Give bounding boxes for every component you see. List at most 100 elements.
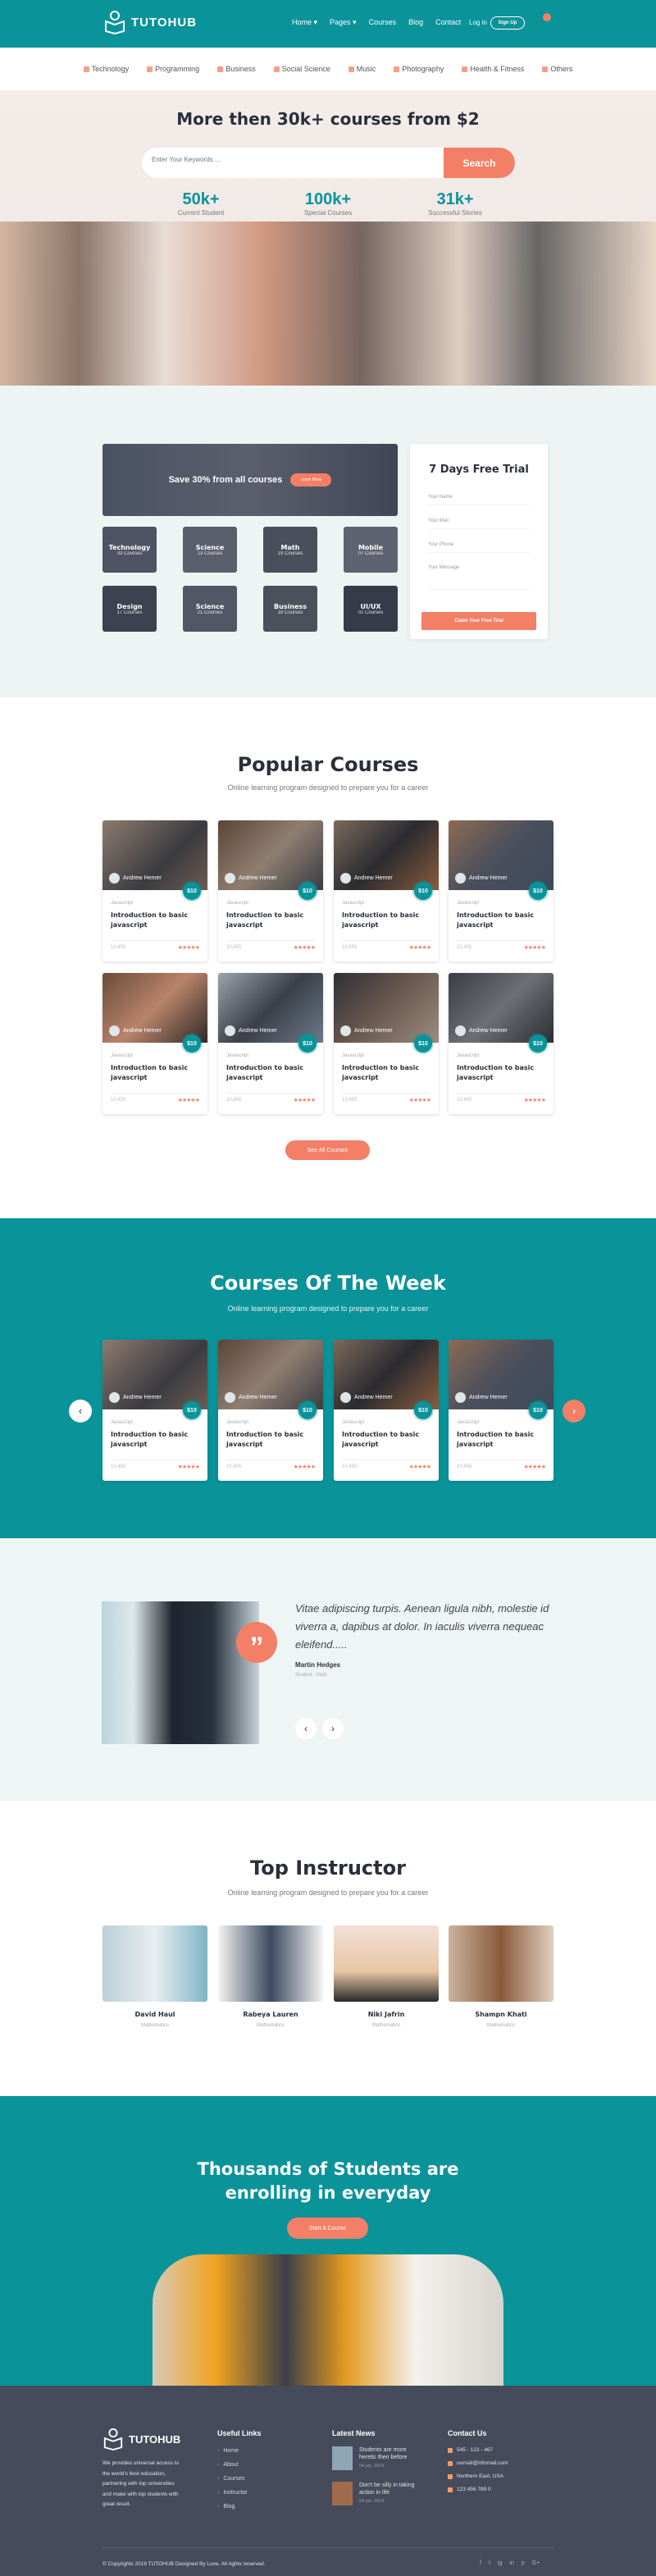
logo[interactable]: TUTOHUB xyxy=(103,10,197,34)
category-tile[interactable]: Technology 33 Courses xyxy=(102,527,157,573)
stat-value: 50k+ xyxy=(182,190,220,208)
price-badge: $10 xyxy=(529,1035,547,1053)
course-title[interactable]: Introduction to basic javascript xyxy=(342,911,432,930)
signup-button[interactable]: Sign Up xyxy=(490,16,525,30)
instructor-photo[interactable] xyxy=(102,1925,207,2002)
course-author: Andrew Hemer xyxy=(340,1392,393,1403)
nav-pages[interactable]: Pages ▾ xyxy=(330,18,357,27)
course-title[interactable]: Introduction to basic javascript xyxy=(111,1063,201,1083)
cart-icon[interactable] xyxy=(543,13,551,21)
nav-home[interactable]: Home ▾ xyxy=(292,18,317,27)
see-all-courses-button[interactable]: See All Courses xyxy=(285,1140,370,1160)
instructor-name[interactable]: Rabeya Lauren xyxy=(218,2011,323,2018)
course-card[interactable]: Andrew Hemer $10 Javascript Introduction to… xyxy=(102,973,207,1114)
cta-students-photo xyxy=(153,2254,503,2386)
course-card[interactable]: Andrew Hemer $10 Javascript Introduction to… xyxy=(334,820,439,961)
tile-count: 13 Courses xyxy=(197,550,223,556)
course-title[interactable]: Introduction to basic javascript xyxy=(342,1430,432,1450)
course-title[interactable]: Introduction to basic javascript xyxy=(457,1430,547,1450)
course-title[interactable]: Introduction to basic javascript xyxy=(226,1430,317,1450)
stat-stories: 31k+ Successful Stories xyxy=(410,190,500,217)
category-link[interactable]: Social Science xyxy=(273,65,330,73)
linkedin-icon[interactable]: in xyxy=(509,2560,513,2566)
course-title[interactable]: Introduction to basic javascript xyxy=(342,1063,432,1083)
footer-logo[interactable]: TUTOHUB xyxy=(102,2427,180,2451)
instructor-name[interactable]: Shampn Khati xyxy=(449,2011,554,2018)
phone-field[interactable]: Your Phone xyxy=(428,542,530,553)
start-course-button[interactable]: Start A Course xyxy=(287,2217,368,2239)
instructor-photo[interactable] xyxy=(334,1925,439,2002)
course-title[interactable]: Introduction to basic javascript xyxy=(457,911,547,930)
category-tile[interactable]: Mobile 07 Courses xyxy=(344,527,398,573)
divider xyxy=(457,940,545,941)
category-tile[interactable]: Math 19 Courses xyxy=(263,527,317,573)
footer-link[interactable]: › Home xyxy=(217,2448,248,2454)
twitter-icon[interactable]: t xyxy=(489,2560,490,2566)
course-title[interactable]: Introduction to basic javascript xyxy=(226,1063,317,1083)
instagram-icon[interactable]: ig xyxy=(498,2560,502,2566)
course-card[interactable]: Andrew Hemer $10 Javascript Introduction to… xyxy=(449,820,554,961)
course-title[interactable]: Introduction to basic javascript xyxy=(457,1063,547,1083)
course-card[interactable]: Andrew Hemer $10 Javascript Introduction to… xyxy=(334,973,439,1114)
facebook-icon[interactable]: f xyxy=(480,2560,481,2566)
footer-link[interactable]: › Courses xyxy=(217,2476,248,2482)
nav-blog[interactable]: Blog xyxy=(408,18,423,27)
category-link[interactable]: Business xyxy=(217,65,256,73)
message-field[interactable]: Your Message xyxy=(428,565,530,590)
instructor-photo[interactable] xyxy=(449,1925,554,2002)
claim-trial-button[interactable]: Claim Your Free Trial xyxy=(421,612,536,630)
course-author: Andrew Hemer xyxy=(225,873,277,884)
category-link[interactable]: Photography xyxy=(394,65,444,73)
instructor-name[interactable]: David Haul xyxy=(102,2011,207,2018)
course-card[interactable]: Andrew Hemer $10 Javascript Introduction to… xyxy=(449,973,554,1114)
course-author: Andrew Hemer xyxy=(109,873,162,884)
category-link[interactable]: Technology xyxy=(83,65,129,73)
category-tile[interactable]: UI/UX 02 Courses xyxy=(344,586,398,632)
learn-more-button[interactable]: Learn More xyxy=(290,473,332,486)
mail-field[interactable]: Your Mail xyxy=(428,518,530,529)
testimonial-next-button[interactable]: › xyxy=(322,1718,344,1739)
category-tile[interactable]: Science 21 Courses xyxy=(183,586,237,632)
search-button[interactable]: Search xyxy=(444,148,515,178)
course-card[interactable]: Andrew Hemer $10 Javascript Introduction to… xyxy=(102,820,207,961)
course-category: Javascript xyxy=(226,1420,249,1425)
carousel-next-button[interactable]: › xyxy=(563,1400,585,1423)
course-card[interactable]: Andrew Hemer $10 Javascript Introduction to… xyxy=(218,973,323,1114)
category-link[interactable]: Health & Fitness xyxy=(462,65,524,73)
testimonial-prev-button[interactable]: ‹ xyxy=(295,1718,317,1739)
google-plus-icon[interactable]: G+ xyxy=(532,2560,540,2566)
category-link[interactable]: Music xyxy=(348,65,376,73)
category-tile[interactable]: Design 17 Courses xyxy=(102,586,157,632)
instructor-photo[interactable] xyxy=(218,1925,323,2002)
name-field[interactable]: Your Name xyxy=(428,495,530,505)
nav-courses[interactable]: Courses xyxy=(369,18,397,27)
course-card[interactable]: Andrew Hemer $10 Javascript Introduction to… xyxy=(449,1340,554,1481)
course-title[interactable]: Introduction to basic javascript xyxy=(111,911,201,930)
student-count: 10,455 xyxy=(111,1098,126,1103)
footer-link-label: Instructor xyxy=(223,2490,248,2496)
course-card[interactable]: Andrew Hemer $10 Javascript Introduction to… xyxy=(218,1340,323,1481)
course-category: Javascript xyxy=(111,901,134,906)
news-item[interactable]: Students are more heretic then before 04 … xyxy=(332,2446,417,2470)
course-title[interactable]: Introduction to basic javascript xyxy=(226,911,317,930)
author-avatar xyxy=(109,1025,120,1036)
category-link[interactable]: Others xyxy=(542,65,572,73)
carousel-prev-button[interactable]: ‹ xyxy=(69,1400,92,1423)
course-card[interactable]: Andrew Hemer $10 Javascript Introduction to… xyxy=(334,1340,439,1481)
price-badge: $10 xyxy=(298,1035,317,1053)
category-tile[interactable]: Science 13 Courses xyxy=(183,527,237,573)
search-input[interactable] xyxy=(152,156,430,163)
category-link[interactable]: Programming xyxy=(147,65,199,73)
course-title[interactable]: Introduction to basic javascript xyxy=(111,1430,201,1450)
footer-link[interactable]: › Instructor xyxy=(217,2490,248,2496)
category-tile[interactable]: Business 18 Courses xyxy=(263,586,317,632)
course-card[interactable]: Andrew Hemer $10 Javascript Introduction to… xyxy=(102,1340,207,1481)
pinterest-icon[interactable]: p xyxy=(522,2560,525,2566)
nav-contact[interactable]: Contact xyxy=(435,18,461,27)
instructor-name[interactable]: Niki Jafrin xyxy=(334,2011,439,2018)
course-card[interactable]: Andrew Hemer $10 Javascript Introduction to… xyxy=(218,820,323,961)
news-item[interactable]: Don't be silly in taking action in life 0… xyxy=(332,2482,417,2505)
footer-link[interactable]: › About xyxy=(217,2462,248,2468)
login-link[interactable]: Log in xyxy=(469,19,487,26)
footer-link[interactable]: › Blog xyxy=(217,2504,248,2510)
